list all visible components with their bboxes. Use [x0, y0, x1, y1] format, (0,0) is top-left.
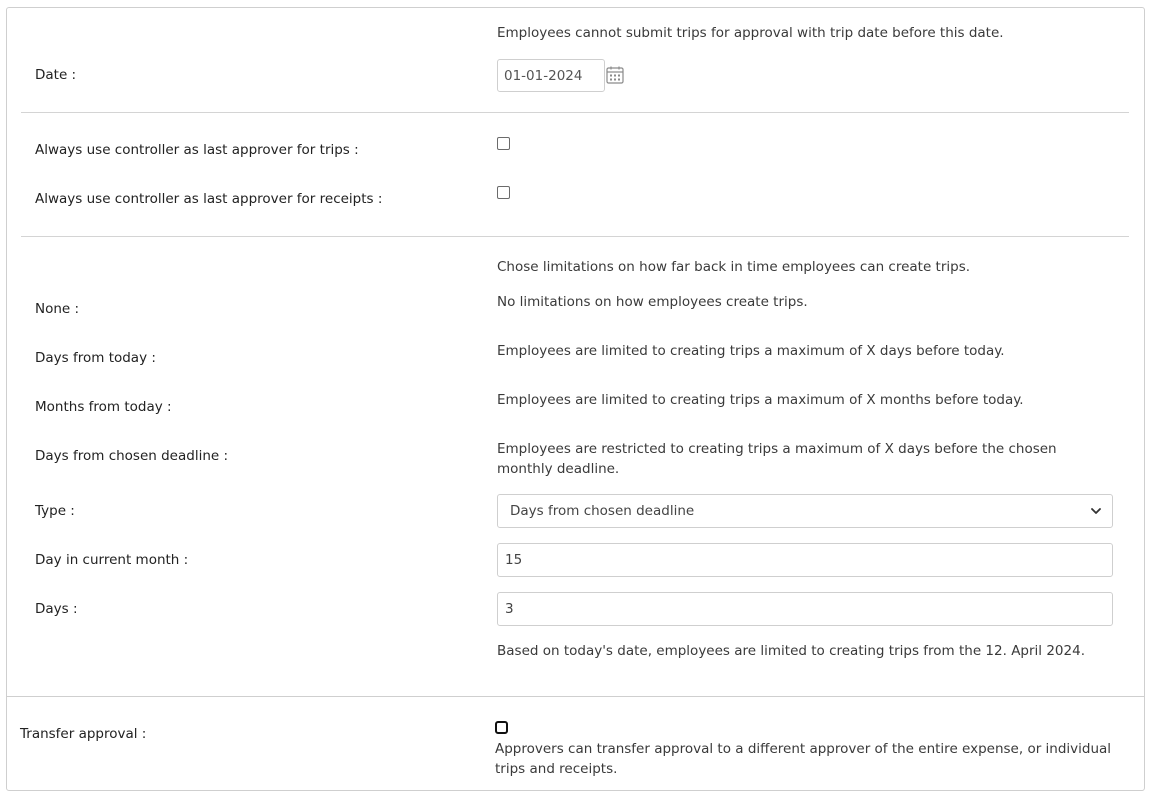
day-in-month-label: Day in current month : [35, 552, 189, 568]
date-input[interactable]: 01-01-2024 [497, 59, 605, 92]
option-days-from-today-description: Employees are limited to creating trips … [497, 343, 1005, 359]
section-divider [21, 236, 1129, 237]
controller-trips-checkbox[interactable] [497, 137, 510, 150]
limitation-summary: Based on today's date, employees are lim… [497, 643, 1085, 659]
days-label: Days : [35, 601, 78, 617]
date-label: Date : [35, 67, 77, 83]
section-divider [7, 696, 1144, 697]
controller-receipts-checkbox[interactable] [497, 186, 510, 199]
calendar-icon[interactable] [606, 66, 624, 84]
controller-trips-label: Always use controller as last approver f… [35, 142, 359, 158]
section-divider [21, 112, 1129, 113]
option-days-from-today-label: Days from today : [35, 350, 156, 366]
transfer-approval-checkbox[interactable] [495, 721, 508, 734]
option-days-from-deadline-description: Employees are restricted to creating tri… [497, 441, 1057, 477]
transfer-approval-description: Approvers can transfer approval to a dif… [495, 741, 1112, 777]
days-input[interactable]: 3 [497, 592, 1113, 626]
option-months-from-today-description: Employees are limited to creating trips … [497, 392, 1024, 408]
chevron-down-icon [1090, 505, 1102, 517]
controller-receipts-label: Always use controller as last approver f… [35, 191, 383, 207]
option-none-description: No limitations on how employees create t… [497, 294, 808, 310]
limitations-intro: Chose limitations on how far back in tim… [497, 259, 971, 275]
day-in-month-input[interactable]: 15 [497, 543, 1113, 577]
type-select-value: Days from chosen deadline [510, 503, 695, 519]
option-months-from-today-label: Months from today : [35, 399, 172, 415]
type-select[interactable]: Days from chosen deadline [497, 494, 1113, 528]
type-label: Type : [35, 503, 75, 519]
option-none-label: None : [35, 301, 80, 317]
transfer-approval-label: Transfer approval : [20, 726, 147, 742]
option-days-from-deadline-label: Days from chosen deadline : [35, 448, 229, 464]
date-description: Employees cannot submit trips for approv… [497, 25, 1004, 41]
